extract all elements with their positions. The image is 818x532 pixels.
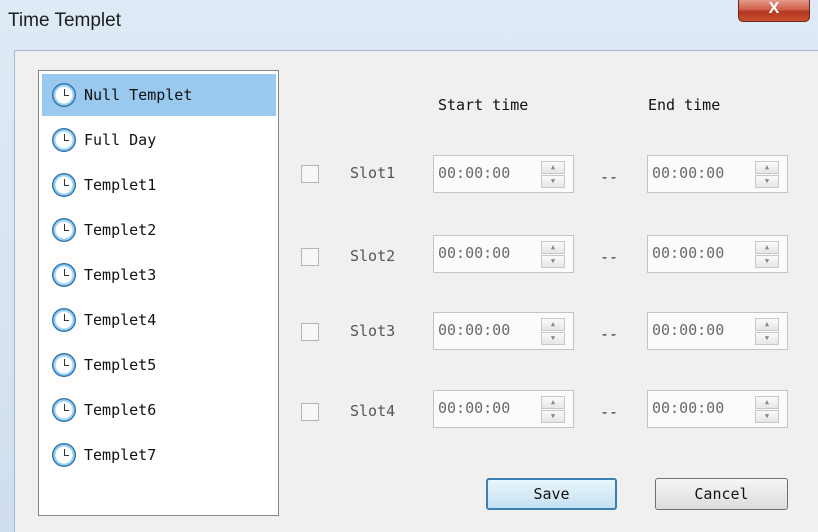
slot1-checkbox[interactable] (301, 165, 319, 183)
title-bar[interactable]: Time Templet X (0, 0, 818, 44)
slot4-end-time-field[interactable]: 00:00:00 ▲ ▼ (647, 390, 788, 428)
cancel-button[interactable]: Cancel (655, 478, 788, 510)
slot2-checkbox[interactable] (301, 248, 319, 266)
spin-control[interactable]: ▲ ▼ (541, 318, 565, 345)
clock-icon (52, 218, 76, 242)
time-value: 00:00:00 (438, 321, 511, 339)
range-separator: -- (600, 248, 619, 266)
spin-down-icon[interactable]: ▼ (755, 255, 779, 268)
spin-down-icon[interactable]: ▼ (541, 255, 565, 268)
slot3-start-time-field[interactable]: 00:00:00 ▲ ▼ (433, 312, 574, 350)
time-templet-dialog: Time Templet X Null Templet Full Day Tem… (0, 0, 818, 532)
template-item-label: Full Day (84, 131, 157, 149)
clock-icon (52, 353, 76, 377)
slot3-end-time-field[interactable]: 00:00:00 ▲ ▼ (647, 312, 788, 350)
template-item-label: Templet3 (84, 266, 157, 284)
clock-icon (52, 83, 76, 107)
time-value: 00:00:00 (652, 321, 725, 339)
window-title: Time Templet (8, 10, 121, 31)
time-value: 00:00:00 (438, 164, 511, 182)
template-item-full-day[interactable]: Full Day (42, 119, 276, 161)
clock-icon (52, 308, 76, 332)
slot1-label: Slot1 (350, 164, 396, 182)
spin-down-icon[interactable]: ▼ (755, 332, 779, 345)
template-item-label: Templet5 (84, 356, 157, 374)
save-button[interactable]: Save (486, 478, 617, 510)
clock-icon (52, 128, 76, 152)
template-item-templet5[interactable]: Templet5 (42, 344, 276, 386)
time-value: 00:00:00 (438, 244, 511, 262)
spin-up-icon[interactable]: ▲ (755, 396, 779, 409)
slot4-checkbox[interactable] (301, 403, 319, 421)
spin-up-icon[interactable]: ▲ (755, 241, 779, 254)
clock-icon (52, 443, 76, 467)
spin-control[interactable]: ▲ ▼ (755, 161, 779, 188)
range-separator: -- (600, 403, 619, 421)
spin-up-icon[interactable]: ▲ (541, 241, 565, 254)
spin-up-icon[interactable]: ▲ (541, 396, 565, 409)
template-item-label: Null Templet (84, 86, 193, 104)
spin-control[interactable]: ▲ ▼ (755, 318, 779, 345)
slot1-start-time-field[interactable]: 00:00:00 ▲ ▼ (433, 155, 574, 193)
spin-down-icon[interactable]: ▼ (541, 410, 565, 423)
spin-control[interactable]: ▲ ▼ (541, 396, 565, 423)
slot2-start-time-field[interactable]: 00:00:00 ▲ ▼ (433, 235, 574, 273)
slot1-end-time-field[interactable]: 00:00:00 ▲ ▼ (647, 155, 788, 193)
spin-up-icon[interactable]: ▲ (541, 318, 565, 331)
template-item-templet7[interactable]: Templet7 (42, 434, 276, 476)
range-separator: -- (600, 168, 619, 186)
template-item-label: Templet1 (84, 176, 157, 194)
range-separator: -- (600, 325, 619, 343)
spin-up-icon[interactable]: ▲ (755, 318, 779, 331)
template-item-null-templet[interactable]: Null Templet (42, 74, 276, 116)
template-item-templet3[interactable]: Templet3 (42, 254, 276, 296)
template-item-templet1[interactable]: Templet1 (42, 164, 276, 206)
clock-icon (52, 173, 76, 197)
end-time-header: End time (648, 96, 721, 114)
template-list[interactable]: Null Templet Full Day Templet1 Templet2 … (38, 70, 279, 516)
slot2-label: Slot2 (350, 247, 396, 265)
template-item-label: Templet7 (84, 446, 157, 464)
start-time-header: Start time (438, 96, 529, 114)
spin-control[interactable]: ▲ ▼ (541, 161, 565, 188)
template-item-label: Templet4 (84, 311, 157, 329)
close-button[interactable]: X (738, 0, 810, 22)
clock-icon (52, 398, 76, 422)
time-value: 00:00:00 (438, 399, 511, 417)
template-item-templet4[interactable]: Templet4 (42, 299, 276, 341)
slot4-label: Slot4 (350, 402, 396, 420)
spin-down-icon[interactable]: ▼ (755, 410, 779, 423)
spin-control[interactable]: ▲ ▼ (755, 241, 779, 268)
spin-down-icon[interactable]: ▼ (755, 175, 779, 188)
template-item-templet6[interactable]: Templet6 (42, 389, 276, 431)
slot4-start-time-field[interactable]: 00:00:00 ▲ ▼ (433, 390, 574, 428)
template-item-label: Templet6 (84, 401, 157, 419)
template-item-templet2[interactable]: Templet2 (42, 209, 276, 251)
clock-icon (52, 263, 76, 287)
spin-down-icon[interactable]: ▼ (541, 175, 565, 188)
spin-control[interactable]: ▲ ▼ (541, 241, 565, 268)
template-item-label: Templet2 (84, 221, 157, 239)
time-value: 00:00:00 (652, 399, 725, 417)
spin-up-icon[interactable]: ▲ (755, 161, 779, 174)
spin-control[interactable]: ▲ ▼ (755, 396, 779, 423)
spin-up-icon[interactable]: ▲ (541, 161, 565, 174)
slot2-end-time-field[interactable]: 00:00:00 ▲ ▼ (647, 235, 788, 273)
time-value: 00:00:00 (652, 164, 725, 182)
slot3-checkbox[interactable] (301, 323, 319, 341)
slot3-label: Slot3 (350, 322, 396, 340)
time-value: 00:00:00 (652, 244, 725, 262)
spin-down-icon[interactable]: ▼ (541, 332, 565, 345)
